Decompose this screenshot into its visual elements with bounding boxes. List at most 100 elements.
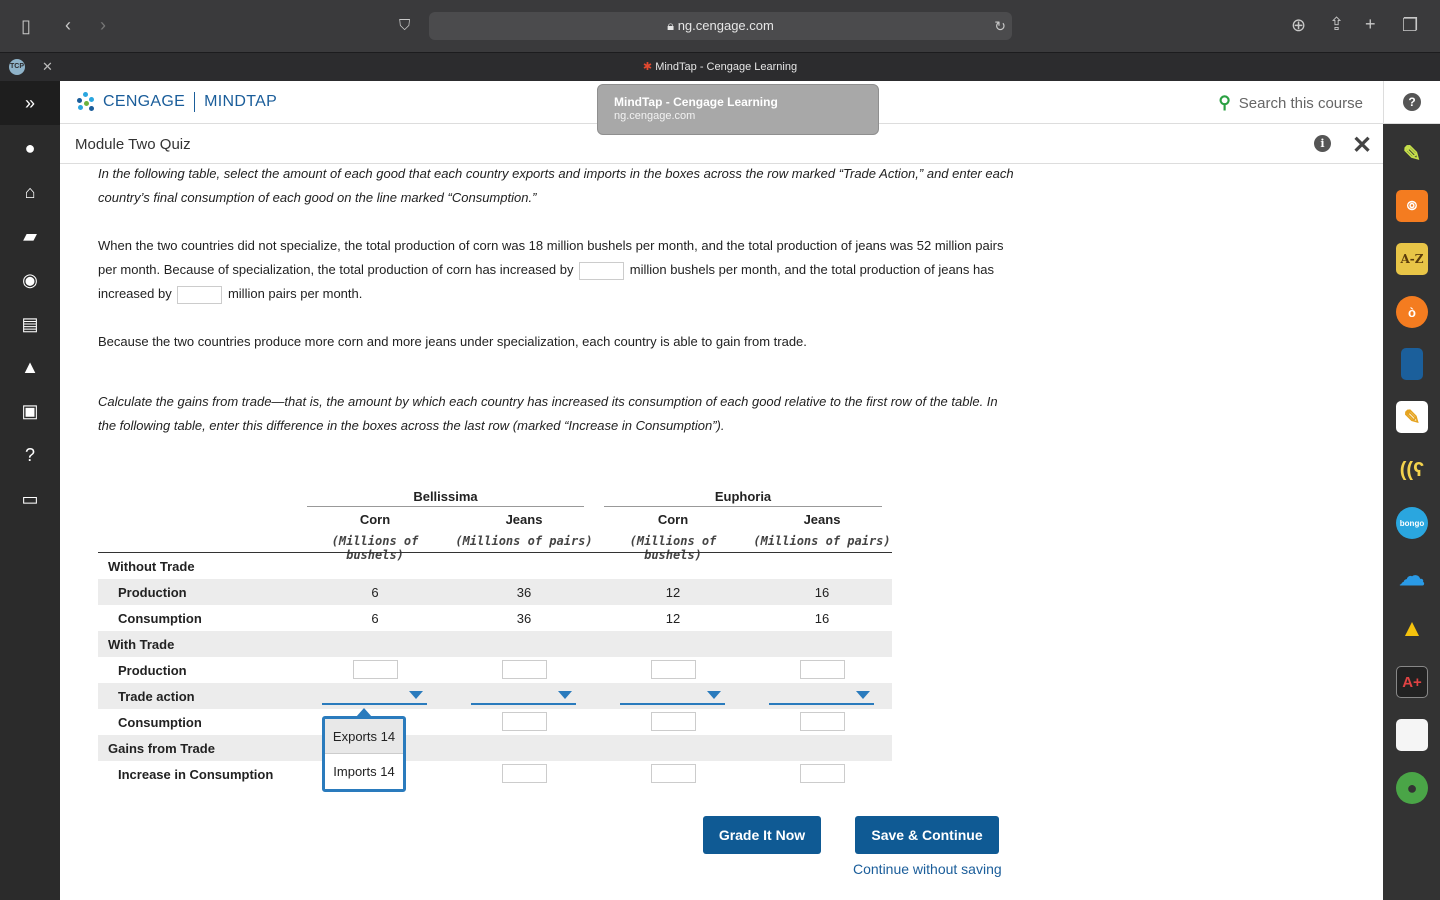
continue-without-saving-link[interactable]: Continue without saving	[853, 861, 1002, 877]
reload-icon[interactable]: ↻	[994, 16, 1006, 36]
jeans-increase-input[interactable]	[177, 285, 223, 304]
active-tab[interactable]: ✱ MindTap - Cengage Learning	[0, 60, 1440, 73]
help-icon[interactable]: ?	[0, 433, 60, 477]
tooltip-title: MindTap - Cengage Learning	[614, 95, 778, 109]
row-label: Consumption	[118, 611, 202, 626]
dictionary-app-icon[interactable]: A-Z	[1396, 243, 1428, 275]
production-paragraph: When the two countries did not specializ…	[98, 234, 1018, 306]
pencil-app-icon[interactable]: ✎	[1396, 138, 1428, 170]
reader-icon[interactable]: ▤	[0, 302, 60, 346]
search-course[interactable]: ⚲ Search this course	[1218, 93, 1363, 113]
col-units: (Millions of pairs)	[753, 534, 891, 548]
search-label: Search this course	[1238, 94, 1363, 112]
rss-app-icon[interactable]: ⦾	[1396, 190, 1428, 222]
lock-icon: 🔒︎	[667, 18, 678, 33]
shield-icon[interactable]: ⛉	[399, 16, 410, 36]
col-header: Jeans	[803, 512, 841, 527]
production-input[interactable]	[800, 660, 845, 679]
table-cell: 12	[665, 585, 681, 600]
production-input[interactable]	[502, 660, 547, 679]
graduation-icon[interactable]: ▲	[0, 345, 60, 389]
google-drive-app-icon[interactable]: ▲	[1396, 613, 1428, 645]
grade-it-now-button[interactable]: Grade It Now	[703, 816, 821, 854]
dropdown-option-imports[interactable]: Imports 14	[325, 754, 403, 789]
cengage-logo[interactable]: CENGAGE MINDTAP	[75, 91, 277, 113]
briefcase-icon[interactable]: ▣	[0, 389, 60, 433]
module-title: Module Two Quiz	[75, 136, 191, 153]
user-icon[interactable]: ●	[0, 126, 60, 170]
question-content: In the following table, select the amoun…	[98, 162, 1018, 438]
consumption-input[interactable]	[502, 712, 547, 731]
notepad-app-icon[interactable]	[1396, 719, 1428, 751]
country-header-bellissima: Bellissima	[307, 489, 584, 507]
save-continue-button[interactable]: Save & Continue	[855, 816, 999, 854]
book-icon[interactable]: ▰	[0, 214, 60, 258]
caret-down-icon	[707, 691, 721, 699]
forward-icon[interactable]: ›	[100, 15, 106, 35]
expand-nav-icon[interactable]: »	[0, 81, 60, 125]
table-row: Consumption 6 36 12 16	[98, 605, 892, 631]
production-input[interactable]	[353, 660, 398, 679]
tab-bar: TCP ✕ ✱ MindTap - Cengage Learning	[0, 52, 1440, 81]
section-label: Gains from Trade	[108, 741, 215, 756]
section-label: Without Trade	[108, 559, 195, 574]
compass-icon[interactable]: ◉	[0, 258, 60, 302]
row-label: Consumption	[118, 715, 202, 730]
table-cell: 36	[516, 611, 532, 626]
section-label: With Trade	[108, 637, 175, 652]
consumption-input[interactable]	[800, 712, 845, 731]
increase-input[interactable]	[800, 764, 845, 783]
table-row: Production	[98, 657, 892, 683]
onedrive-app-icon[interactable]: ☁	[1396, 560, 1428, 592]
table-cell: 6	[371, 611, 379, 626]
dropdown-option-exports[interactable]: Exports 14	[325, 719, 403, 754]
download-icon[interactable]: ⊕	[1291, 15, 1306, 35]
table-row: Consumption	[98, 709, 892, 735]
col-units: (Millions of pairs)	[455, 534, 593, 548]
new-tab-icon[interactable]: +	[1365, 14, 1376, 34]
info-icon[interactable]: i	[1314, 135, 1331, 152]
table-row: Production 6 36 12 16	[98, 579, 892, 605]
trade-action-select[interactable]	[322, 685, 427, 705]
trade-action-select[interactable]	[769, 685, 874, 705]
share-icon[interactable]: ⇪	[1329, 14, 1344, 34]
instruction-trade-action: In the following table, select the amoun…	[98, 166, 1014, 205]
notes-app-icon[interactable]: ✎	[1396, 401, 1428, 433]
ebook-app-icon[interactable]	[1401, 348, 1423, 380]
left-nav: » ● ⌂ ▰ ◉ ▤ ▲ ▣ ? ▭	[0, 81, 60, 900]
audio-app-icon[interactable]: ((ʕ	[1396, 454, 1428, 486]
sidebar-toggle-icon[interactable]: ▯	[21, 16, 31, 36]
cengage-logo-icon	[75, 91, 97, 113]
section-row: With Trade	[98, 631, 892, 657]
row-label: Production	[118, 663, 187, 678]
close-icon[interactable]: ✕	[1352, 131, 1372, 160]
brand-mindtap: MINDTAP	[204, 93, 278, 110]
caret-down-icon	[856, 691, 870, 699]
avatar-app-icon[interactable]: ●	[1396, 772, 1428, 804]
trade-action-select[interactable]	[620, 685, 725, 705]
tabs-overview-icon[interactable]: ❐	[1402, 15, 1418, 35]
section-row: Without Trade	[98, 553, 892, 579]
tab-title: MindTap - Cengage Learning	[655, 61, 798, 73]
cengage-app-icon[interactable]: ò	[1396, 296, 1428, 328]
increase-input[interactable]	[651, 764, 696, 783]
trade-action-select[interactable]	[471, 685, 576, 705]
help-circle-icon[interactable]: ?	[1403, 93, 1421, 111]
trade-action-dropdown: Exports 14 Imports 14	[322, 716, 406, 792]
col-header: Jeans	[505, 512, 543, 527]
address-bar[interactable]: 🔒︎ ng.cengage.com ↻	[429, 12, 1012, 40]
feedback-icon[interactable]: ▭	[0, 477, 60, 521]
bongo-app-icon[interactable]: bongo	[1396, 507, 1428, 539]
table-row: Trade action	[98, 683, 892, 709]
consumption-input[interactable]	[651, 712, 696, 731]
dropdown-pointer	[356, 708, 372, 717]
home-icon[interactable]: ⌂	[0, 170, 60, 214]
corn-increase-input[interactable]	[579, 261, 625, 280]
table-cell: 12	[665, 611, 681, 626]
increase-input[interactable]	[502, 764, 547, 783]
aplus-app-icon[interactable]: A+	[1396, 666, 1428, 698]
back-icon[interactable]: ‹	[65, 15, 71, 35]
browser-toolbar: ▯ ‹ › ⛉ 🔒︎ ng.cengage.com ↻ ⊕ ⇪ + ❐	[0, 0, 1440, 52]
row-label: Trade action	[118, 689, 195, 704]
production-input[interactable]	[651, 660, 696, 679]
